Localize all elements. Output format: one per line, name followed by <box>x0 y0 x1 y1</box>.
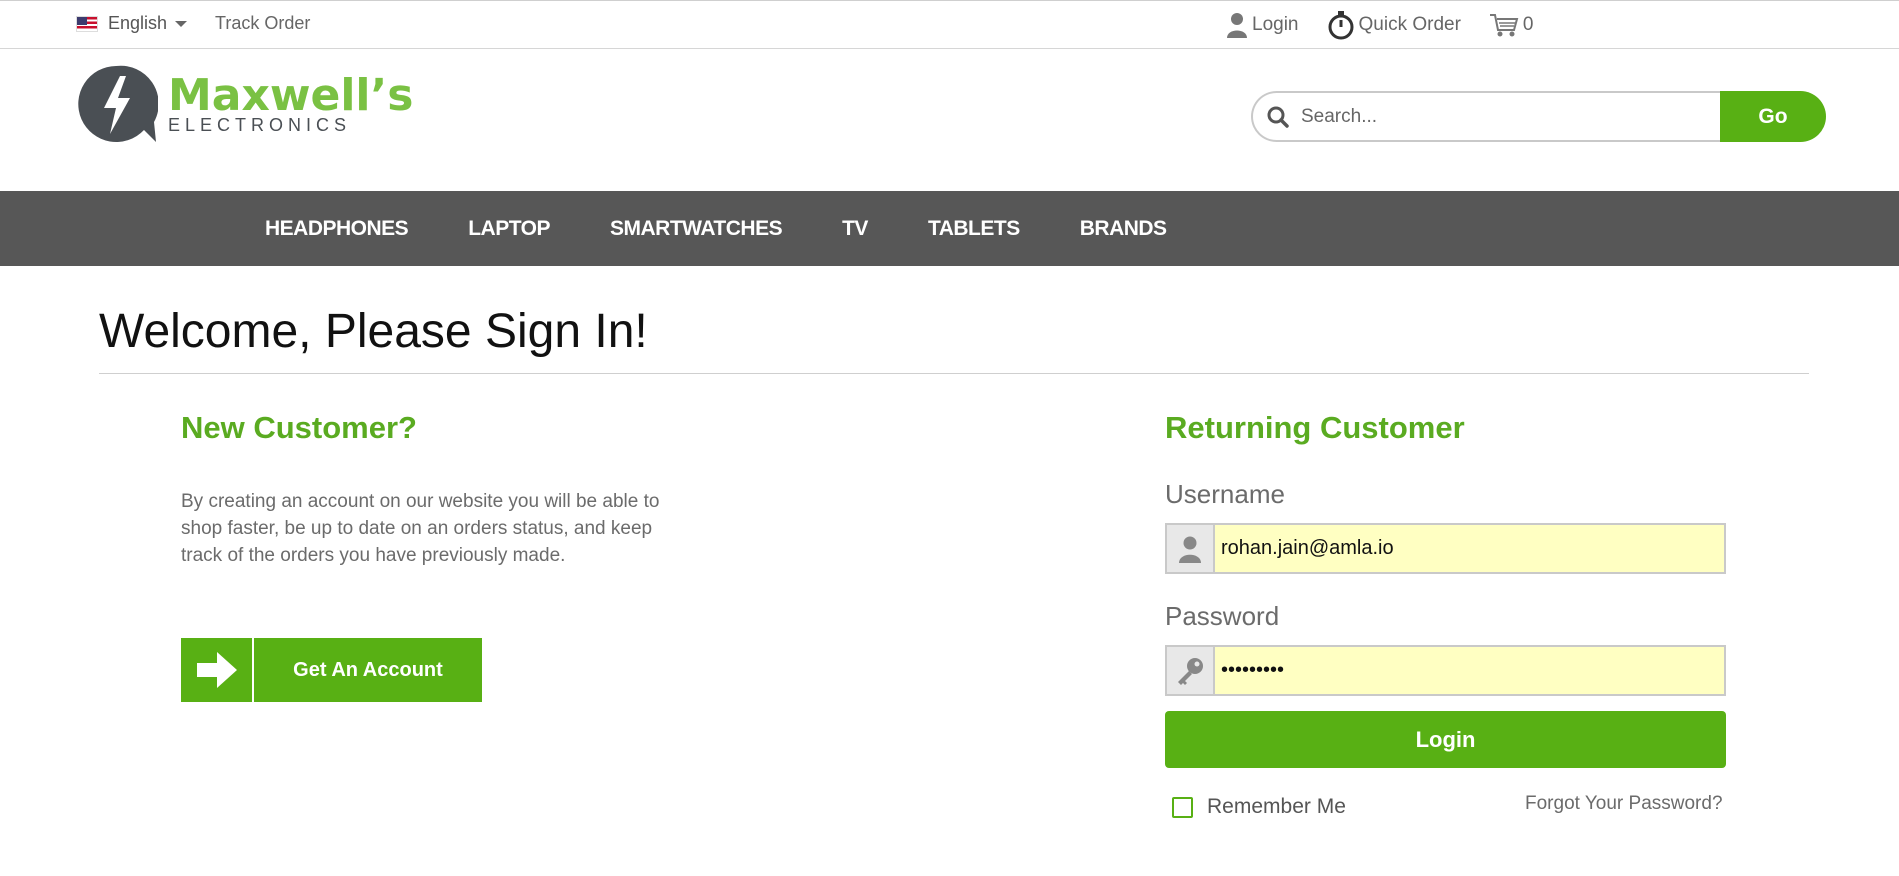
us-flag-icon <box>76 15 98 32</box>
username-field <box>1165 523 1726 574</box>
password-label: Password <box>1165 601 1280 631</box>
user-icon <box>1167 525 1215 572</box>
quick-order-link[interactable]: Quick Order <box>1327 10 1461 40</box>
search-go-button[interactable]: Go <box>1720 91 1826 142</box>
password-input[interactable] <box>1215 647 1724 694</box>
main-nav: HEADPHONES LAPTOP SMARTWATCHES TV TABLET… <box>0 191 1899 266</box>
login-link[interactable]: Login <box>1226 12 1299 38</box>
user-icon <box>1227 13 1247 38</box>
nav-item-tv[interactable]: TV <box>842 217 868 241</box>
remember-me-checkbox[interactable] <box>1172 796 1193 818</box>
cart-link[interactable]: 0 <box>1489 12 1534 38</box>
nav-item-headphones[interactable]: HEADPHONES <box>265 217 409 241</box>
stopwatch-icon <box>1328 11 1353 40</box>
search-box <box>1251 91 1721 142</box>
remember-me-label: Remember Me <box>1207 795 1346 818</box>
nav-item-laptop[interactable]: LAPTOP <box>468 217 550 241</box>
login-label: Login <box>1252 14 1299 35</box>
cart-icon <box>1489 14 1519 37</box>
get-account-label: Get An Account <box>293 658 443 681</box>
page-title: Welcome, Please Sign In! <box>99 305 648 358</box>
forgot-password-link[interactable]: Forgot Your Password? <box>1525 793 1723 815</box>
brand-subtitle: ELECTRONICS <box>168 115 352 135</box>
get-account-button[interactable]: Get An Account <box>181 638 482 702</box>
account-links: Login Quick Order 0 <box>1226 10 1562 40</box>
brand-logo[interactable]: Maxwell’s ELECTRONICS <box>76 64 413 144</box>
nav-item-smartwatches[interactable]: SMARTWATCHES <box>610 217 783 241</box>
new-customer-heading: New Customer? <box>181 410 417 445</box>
search-input[interactable] <box>1301 105 1681 128</box>
nav-item-tablets[interactable]: TABLETS <box>928 217 1020 241</box>
password-field <box>1165 645 1726 696</box>
language-selector[interactable]: English <box>76 13 188 34</box>
cart-count: 0 <box>1522 14 1534 35</box>
search-icon <box>1267 106 1289 128</box>
title-divider <box>99 373 1809 374</box>
language-label: English <box>108 13 168 33</box>
chevron-down-icon <box>175 20 188 27</box>
username-label: Username <box>1165 479 1285 509</box>
arrow-right-icon <box>181 638 254 702</box>
quick-order-label: Quick Order <box>1358 14 1461 35</box>
nav-item-brands[interactable]: BRANDS <box>1080 217 1167 241</box>
key-icon <box>1167 647 1215 694</box>
login-button[interactable]: Login <box>1165 711 1726 768</box>
remember-me[interactable]: Remember Me <box>1172 795 1346 819</box>
track-order-link[interactable]: Track Order <box>215 13 310 34</box>
lightning-bolt-icon <box>78 65 158 142</box>
top-bar: English Track Order Login Quick Order 0 <box>0 0 1899 49</box>
brand-name: Maxwell’s <box>168 70 414 121</box>
new-customer-text: By creating an account on our website yo… <box>181 491 660 566</box>
username-input[interactable] <box>1215 525 1724 572</box>
returning-customer-heading: Returning Customer <box>1165 410 1465 445</box>
